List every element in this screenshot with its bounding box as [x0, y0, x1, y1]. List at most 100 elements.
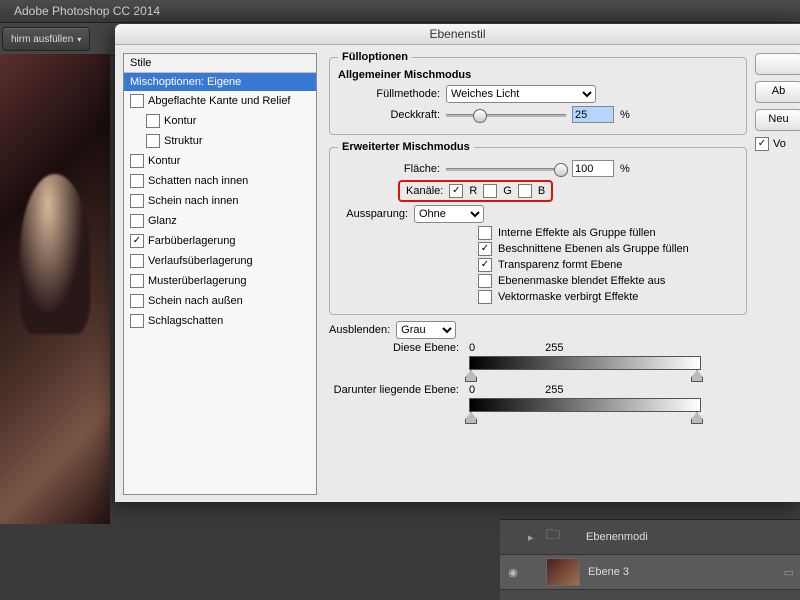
style-checkbox[interactable]: [130, 314, 144, 328]
style-label: Verlaufsüberlagerung: [148, 255, 253, 267]
style-item[interactable]: Glanz: [124, 211, 316, 231]
options-column: Fülloptionen Allgemeiner Mischmodus Füll…: [317, 45, 755, 503]
channel-b-label: B: [538, 185, 545, 197]
style-checkbox[interactable]: [130, 194, 144, 208]
opacity-label: Deckkraft:: [338, 109, 440, 121]
channel-r-checkbox[interactable]: [449, 184, 463, 198]
blendif-select[interactable]: Grau: [396, 321, 456, 339]
style-checkbox[interactable]: [146, 134, 160, 148]
style-label: Schatten nach innen: [148, 175, 248, 187]
style-item[interactable]: Musterüberlagerung: [124, 271, 316, 291]
fill-slider[interactable]: [446, 162, 566, 176]
style-item[interactable]: Mischoptionen: Eigene: [124, 73, 316, 91]
app-menubar: Adobe Photoshop CC 2014: [0, 0, 800, 23]
this-low: 0: [469, 342, 475, 354]
layers-panel: ▸ 🗀 Ebenenmodi ◉ Ebene 3 ▭: [500, 519, 800, 600]
general-blend-title: Allgemeiner Mischmodus: [338, 69, 738, 81]
fx-label: Transparenz formt Ebene: [498, 259, 622, 271]
style-label: Farbüberlagerung: [148, 235, 235, 247]
blend-mode-label: Füllmethode:: [338, 88, 440, 100]
fill-pct: %: [620, 163, 630, 175]
cancel-button[interactable]: Ab: [755, 81, 800, 103]
style-item[interactable]: Schatten nach innen: [124, 171, 316, 191]
style-checkbox[interactable]: [130, 254, 144, 268]
style-checkbox[interactable]: [130, 274, 144, 288]
blendif-label: Ausblenden:: [329, 324, 390, 336]
style-item[interactable]: Kontur: [124, 151, 316, 171]
under-low: 0: [469, 384, 475, 396]
styles-list: Stile Mischoptionen: EigeneAbgeflachte K…: [123, 53, 317, 495]
under-white-stop[interactable]: [691, 412, 703, 424]
opacity-slider[interactable]: [446, 108, 566, 122]
style-checkbox[interactable]: ✓: [130, 234, 144, 248]
this-layer-label: Diese Ebene:: [329, 342, 459, 354]
knockout-label: Aussparung:: [338, 208, 408, 220]
blend-mode-select[interactable]: Weiches Licht: [446, 85, 596, 103]
this-black-stop[interactable]: [465, 370, 477, 382]
channel-b-checkbox[interactable]: [518, 184, 532, 198]
new-style-button[interactable]: Neu: [755, 109, 800, 131]
fx-checkbox[interactable]: [478, 290, 492, 304]
fx-label: Vektormaske verbirgt Effekte: [498, 291, 638, 303]
layer-style-dialog: Ebenenstil Stile Mischoptionen: EigeneAb…: [115, 24, 800, 502]
style-label: Glanz: [148, 215, 177, 227]
fx-checkbox[interactable]: [478, 242, 492, 256]
under-layer-gradient[interactable]: [469, 398, 701, 412]
style-item[interactable]: Abgeflachte Kante und Relief: [124, 91, 316, 111]
this-white-stop[interactable]: [691, 370, 703, 382]
fx-label: Ebenenmaske blendet Effekte aus: [498, 275, 665, 287]
style-label: Struktur: [164, 135, 203, 147]
style-item[interactable]: Schein nach außen: [124, 291, 316, 311]
folder-icon: 🗀: [546, 524, 578, 550]
style-checkbox[interactable]: [146, 114, 160, 128]
style-item[interactable]: Kontur: [124, 111, 316, 131]
channel-g-checkbox[interactable]: [483, 184, 497, 198]
fx-checkbox[interactable]: [478, 274, 492, 288]
fill-screen-label: hirm ausfüllen: [11, 34, 73, 45]
visibility-icon[interactable]: ◉: [506, 566, 520, 579]
channel-r-label: R: [469, 185, 477, 197]
style-item[interactable]: Schein nach innen: [124, 191, 316, 211]
style-label: Schlagschatten: [148, 315, 223, 327]
dropdown-icon: ▾: [77, 35, 81, 44]
style-checkbox[interactable]: [130, 174, 144, 188]
fill-label: Fläche:: [338, 163, 440, 175]
channel-g-label: G: [503, 185, 512, 197]
layer-row[interactable]: ▸ 🗀 Ebenenmodi: [500, 520, 800, 555]
dialog-buttons: Ab Neu Vo: [755, 45, 800, 503]
preview-label: Vo: [773, 138, 786, 150]
style-label: Abgeflachte Kante und Relief: [148, 95, 291, 107]
fx-label: Interne Effekte als Gruppe füllen: [498, 227, 656, 239]
style-item[interactable]: Struktur: [124, 131, 316, 151]
fill-screen-button[interactable]: hirm ausfüllen ▾: [2, 27, 90, 51]
style-label: Schein nach innen: [148, 195, 239, 207]
fx-checkbox[interactable]: [478, 226, 492, 240]
fx-label: Beschnittene Ebenen als Gruppe füllen: [498, 243, 689, 255]
style-checkbox[interactable]: [130, 94, 144, 108]
style-item[interactable]: Schlagschatten: [124, 311, 316, 331]
style-checkbox[interactable]: [130, 214, 144, 228]
preview-checkbox[interactable]: [755, 137, 769, 151]
knockout-select[interactable]: Ohne: [414, 205, 484, 223]
style-item[interactable]: Verlaufsüberlagerung: [124, 251, 316, 271]
ok-button[interactable]: [755, 53, 800, 75]
document-canvas: [0, 54, 110, 524]
style-item[interactable]: ✓ Farbüberlagerung: [124, 231, 316, 251]
app-title: Adobe Photoshop CC 2014: [14, 4, 160, 18]
fill-input[interactable]: [572, 160, 614, 177]
style-checkbox[interactable]: [130, 154, 144, 168]
under-black-stop[interactable]: [465, 412, 477, 424]
fx-checkbox[interactable]: [478, 258, 492, 272]
layer-thumbnail[interactable]: [546, 558, 580, 586]
layer-row[interactable]: ◉ Ebene 3 ▭: [500, 555, 800, 590]
style-checkbox[interactable]: [130, 294, 144, 308]
this-layer-gradient[interactable]: [469, 356, 701, 370]
canvas-image: [0, 54, 110, 524]
layer-fx-icon[interactable]: ▭: [784, 566, 794, 579]
style-label: Schein nach außen: [148, 295, 243, 307]
advanced-blend-group: Erweiterter Mischmodus Fläche: % Kanäle:…: [329, 141, 747, 315]
disclosure-icon[interactable]: ▸: [528, 531, 538, 544]
opacity-input[interactable]: [572, 106, 614, 123]
fill-options-group: Fülloptionen Allgemeiner Mischmodus Füll…: [329, 51, 747, 135]
dialog-title: Ebenenstil: [115, 24, 800, 45]
